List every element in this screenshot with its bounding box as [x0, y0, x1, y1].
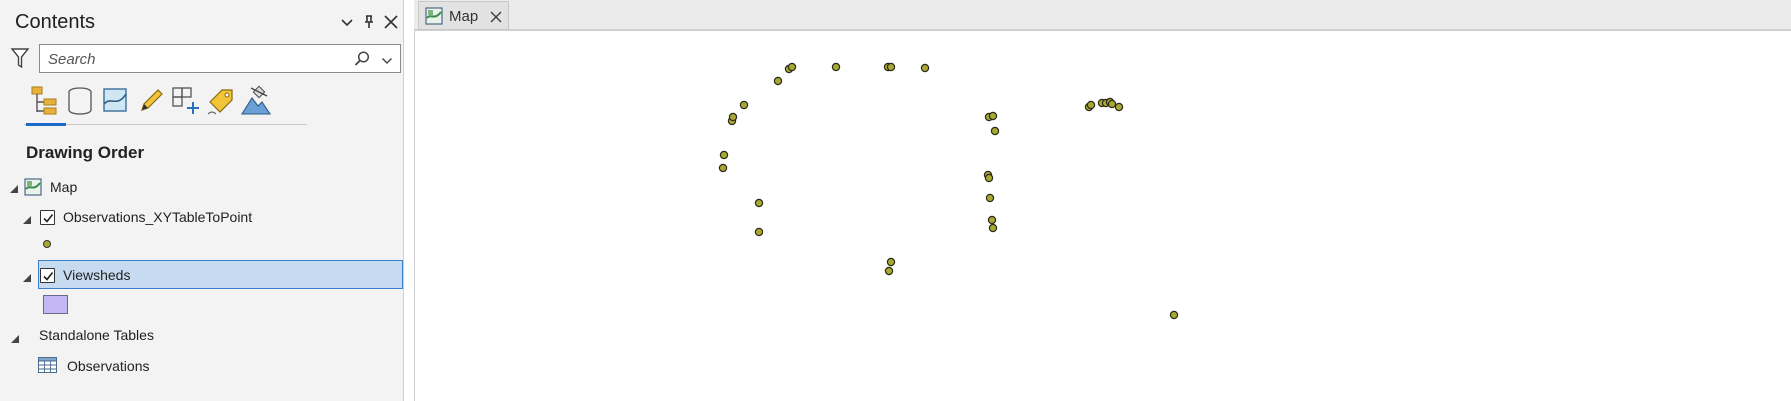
- close-icon[interactable]: [381, 12, 401, 32]
- map-view[interactable]: [414, 31, 1791, 401]
- observation-point[interactable]: [886, 257, 896, 267]
- filter-icon[interactable]: [10, 46, 30, 75]
- tree-map-label[interactable]: Map: [50, 179, 77, 195]
- observation-point[interactable]: [754, 227, 764, 237]
- expand-observations-layer-icon[interactable]: [22, 212, 32, 224]
- observations-table-label[interactable]: Observations: [67, 358, 149, 374]
- observations-layer-label[interactable]: Observations_XYTableToPoint: [63, 209, 252, 225]
- list-by-selection-icon[interactable]: [99, 84, 133, 118]
- standalone-tables-label[interactable]: Standalone Tables: [39, 327, 154, 343]
- pane-options-chevron-icon[interactable]: [337, 12, 357, 32]
- observation-point[interactable]: [1107, 99, 1117, 109]
- observation-point[interactable]: [1114, 102, 1124, 112]
- search-box[interactable]: [39, 44, 401, 73]
- expand-standalone-tables-icon[interactable]: [10, 331, 20, 343]
- tab-close-icon[interactable]: [489, 10, 503, 29]
- search-input[interactable]: [46, 48, 350, 70]
- observation-point[interactable]: [773, 76, 783, 86]
- list-by-perspective-imagery-icon[interactable]: [239, 84, 273, 118]
- search-icon[interactable]: [353, 50, 371, 73]
- observation-point[interactable]: [987, 215, 997, 225]
- expand-map-icon[interactable]: [9, 181, 19, 193]
- list-by-drawing-order-icon[interactable]: [28, 84, 62, 118]
- observation-point[interactable]: [988, 111, 998, 121]
- map-canvas[interactable]: [415, 31, 1791, 401]
- observation-point[interactable]: [718, 163, 728, 173]
- view-tabstrip: [414, 0, 1791, 31]
- observation-point[interactable]: [990, 126, 1000, 136]
- pin-icon[interactable]: [359, 12, 379, 32]
- point-symbol: [43, 240, 51, 248]
- map-icon: [24, 178, 42, 201]
- active-tool-indicator: [26, 123, 66, 126]
- observation-point[interactable]: [787, 62, 797, 72]
- viewsheds-layer-checkbox[interactable]: [40, 268, 55, 283]
- observation-point[interactable]: [831, 62, 841, 72]
- observation-point[interactable]: [719, 150, 729, 160]
- observation-point[interactable]: [1086, 100, 1096, 110]
- list-by-snapping-icon[interactable]: [169, 84, 203, 118]
- pane-title: Contents: [15, 11, 96, 33]
- polygon-symbol: [43, 295, 68, 314]
- table-icon: [38, 357, 57, 378]
- list-by-labeling-icon[interactable]: [204, 84, 238, 118]
- observation-point[interactable]: [984, 173, 994, 183]
- observation-point[interactable]: [920, 63, 930, 73]
- observation-point[interactable]: [884, 266, 894, 276]
- list-by-editing-icon[interactable]: [134, 84, 168, 118]
- map-tab-label: Map: [449, 8, 479, 25]
- observation-point[interactable]: [728, 112, 738, 122]
- observation-point[interactable]: [754, 198, 764, 208]
- search-options-chevron-icon[interactable]: [381, 53, 393, 71]
- observation-point[interactable]: [739, 100, 749, 110]
- list-by-data-source-icon[interactable]: [63, 84, 97, 118]
- contents-toolbar: [24, 84, 308, 126]
- section-heading-drawing-order: Drawing Order: [26, 143, 145, 162]
- observation-point[interactable]: [886, 62, 896, 72]
- map-tab-icon: [425, 7, 443, 30]
- observation-point[interactable]: [1169, 310, 1179, 320]
- observations-layer-checkbox[interactable]: [40, 210, 55, 225]
- expand-viewsheds-layer-icon[interactable]: [22, 270, 32, 282]
- observation-point[interactable]: [985, 193, 995, 203]
- contents-pane: Contents Search Drawing Order Map Observ…: [0, 0, 404, 401]
- toolbar-divider: [24, 124, 307, 125]
- observation-point[interactable]: [988, 223, 998, 233]
- viewsheds-layer-label[interactable]: Viewsheds: [63, 267, 130, 283]
- tab-map[interactable]: Map: [418, 1, 509, 30]
